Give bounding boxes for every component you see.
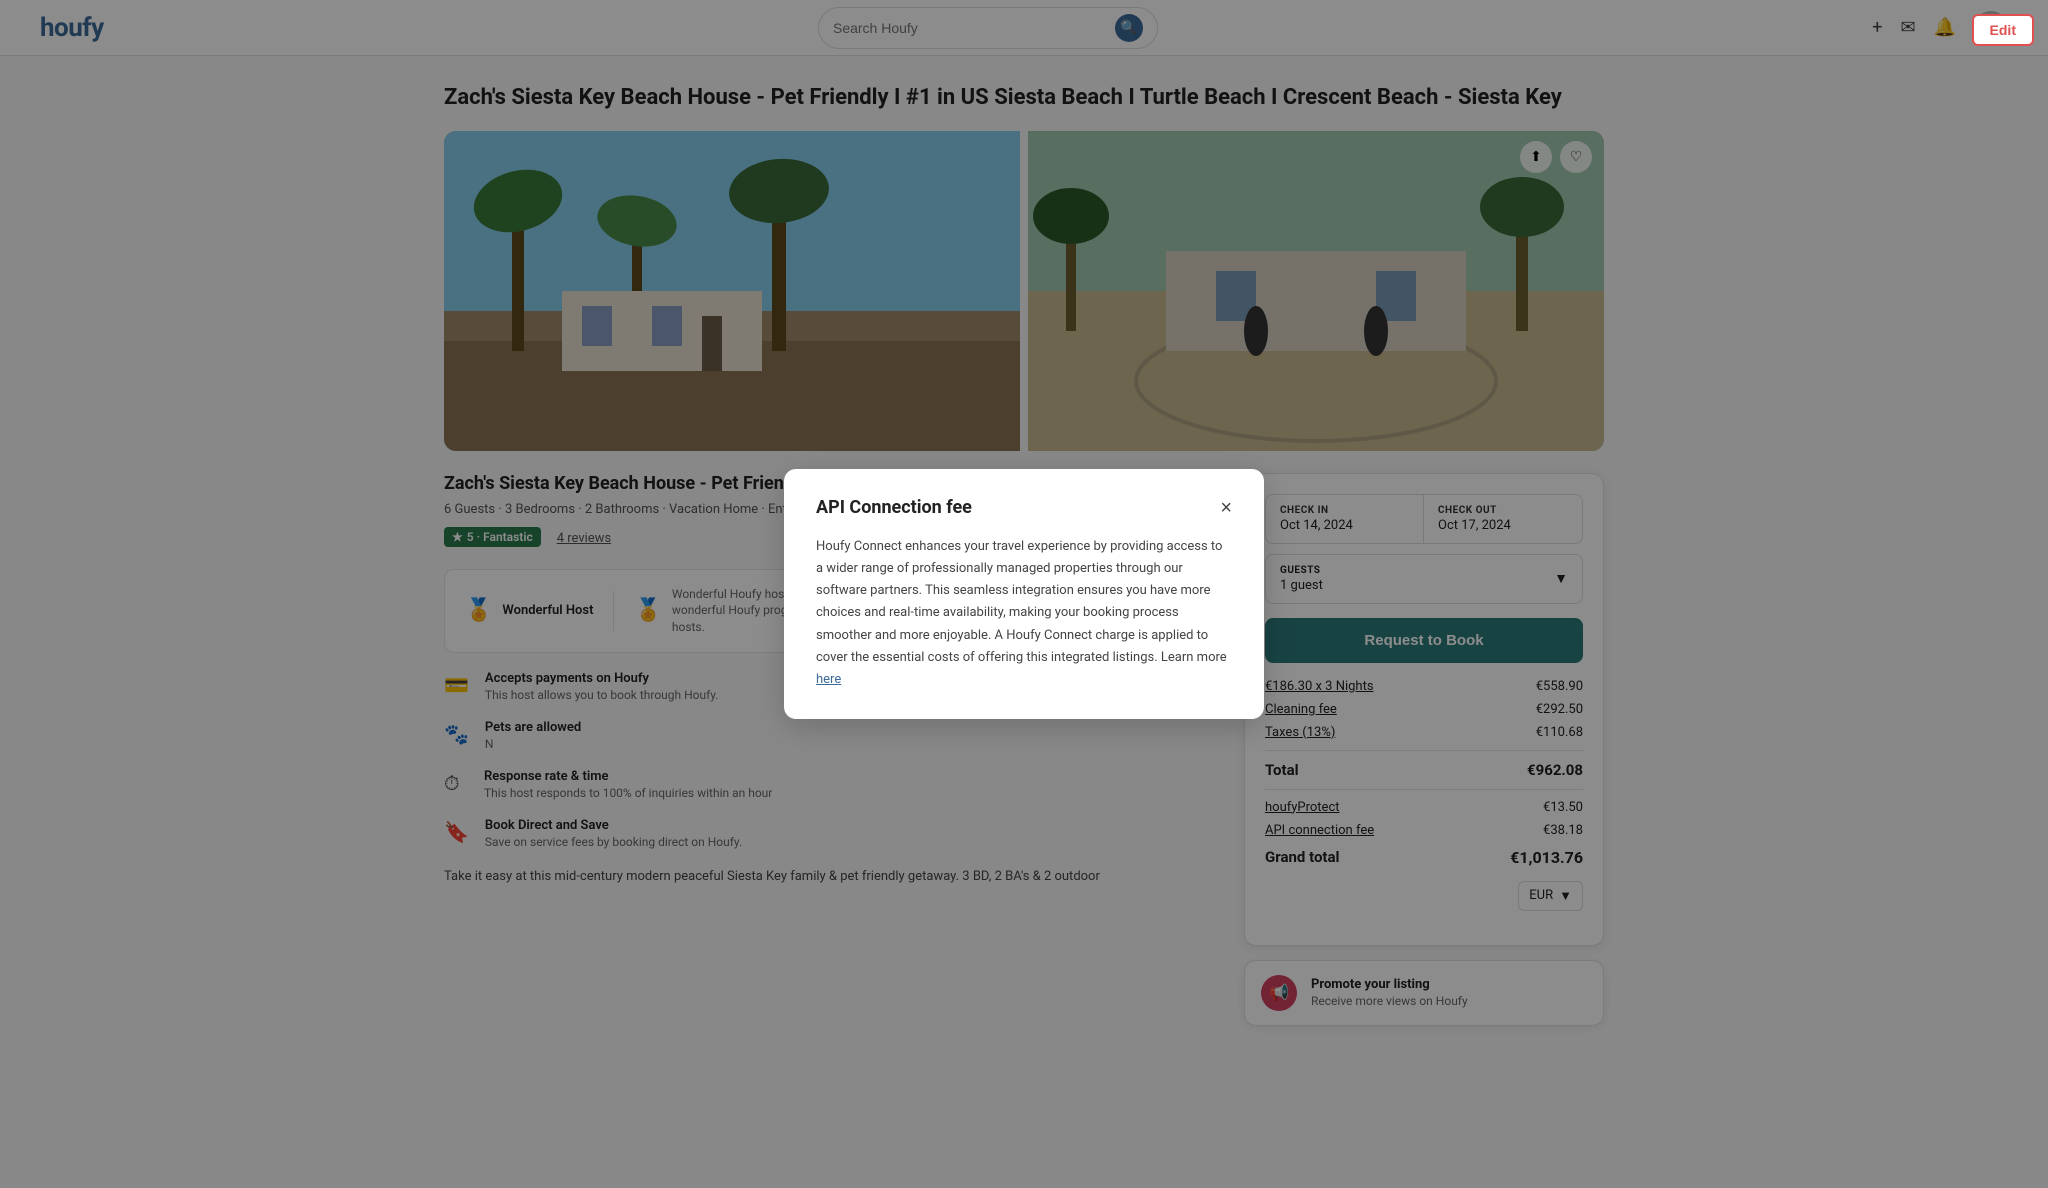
modal-body-text: Houfy Connect enhances your travel exper… xyxy=(816,539,1227,664)
modal-overlay[interactable]: API Connection fee × Houfy Connect enhan… xyxy=(0,0,2048,1188)
modal-body: Houfy Connect enhances your travel exper… xyxy=(816,536,1232,691)
learn-more-link[interactable]: here xyxy=(816,672,841,687)
modal-title: API Connection fee xyxy=(816,497,972,518)
modal-header: API Connection fee × xyxy=(816,497,1232,518)
modal-box: API Connection fee × Houfy Connect enhan… xyxy=(784,469,1264,719)
edit-button[interactable]: Edit xyxy=(1972,14,2034,46)
modal-close-button[interactable]: × xyxy=(1220,498,1232,518)
